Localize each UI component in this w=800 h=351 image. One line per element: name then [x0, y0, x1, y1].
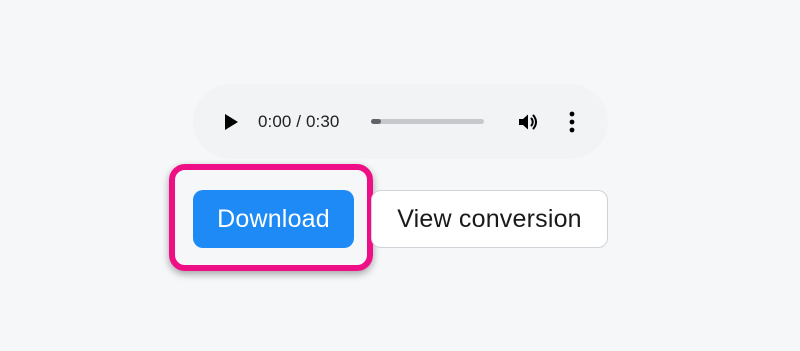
time-display: 0:00 / 0:30 [258, 112, 340, 131]
view-conversion-button[interactable]: View conversion [371, 190, 608, 248]
play-icon [225, 114, 238, 130]
seek-progress [371, 119, 382, 124]
more-options-icon [569, 111, 575, 133]
seek-slider[interactable] [371, 119, 484, 124]
download-button[interactable]: Download [193, 190, 354, 248]
page: 0:00 / 0:30 Download View conversion [0, 0, 800, 351]
more-options-button[interactable] [560, 108, 584, 136]
volume-icon [519, 114, 537, 130]
volume-button[interactable] [514, 108, 542, 136]
play-button[interactable] [219, 110, 243, 134]
